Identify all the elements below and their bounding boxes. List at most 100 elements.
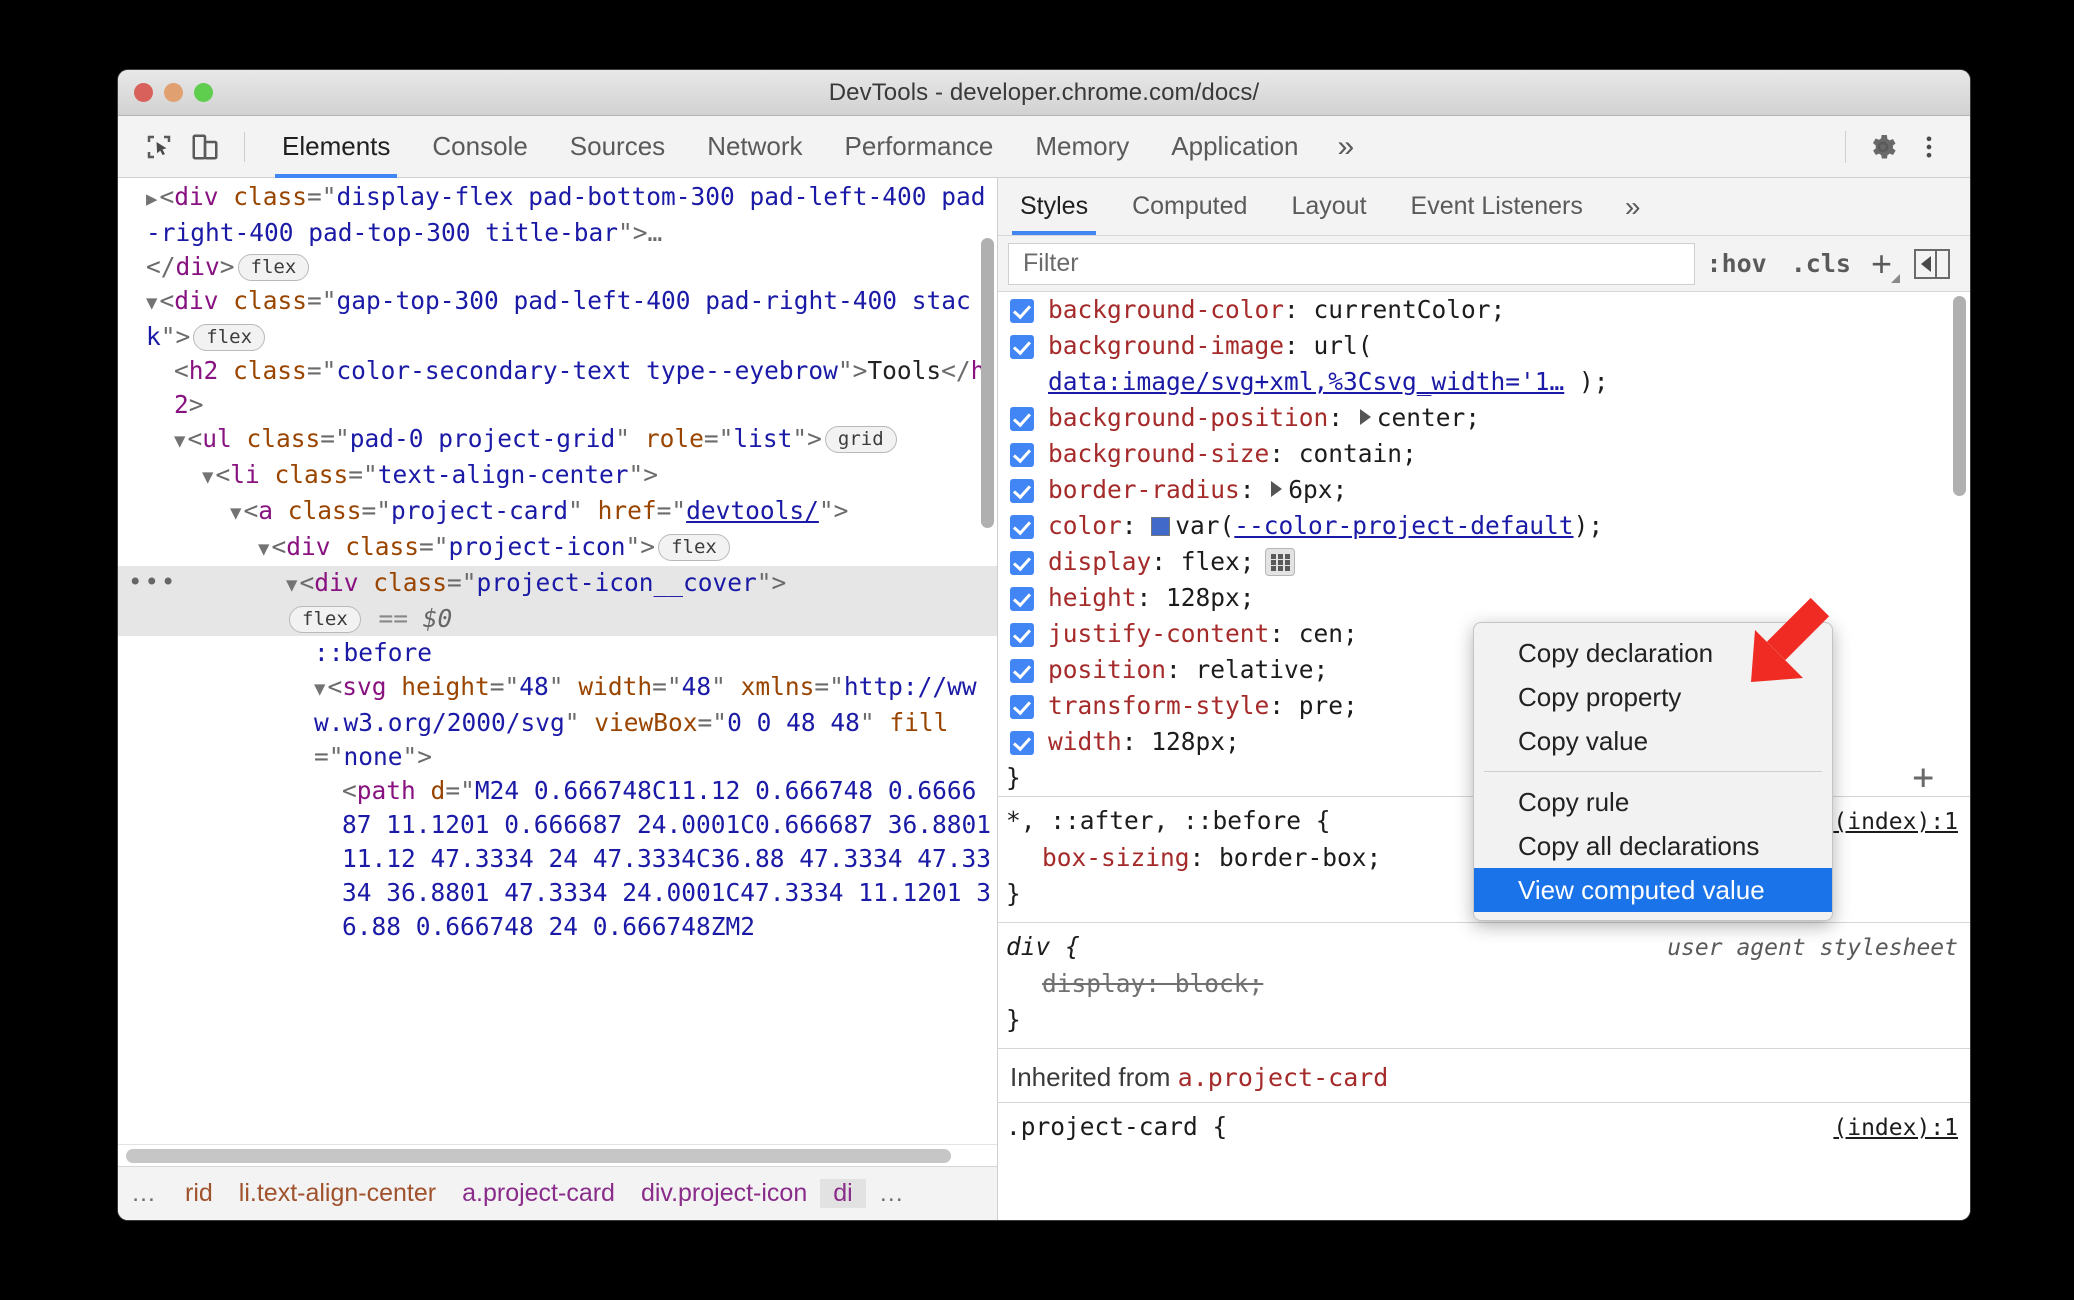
breadcrumb-item[interactable]: div.project-icon bbox=[628, 1179, 820, 1208]
dom-layout-badge[interactable]: flex bbox=[658, 534, 730, 561]
dom-tree-vertical-scrollbar[interactable] bbox=[981, 238, 994, 528]
context-menu-item[interactable]: Copy value bbox=[1474, 719, 1832, 763]
tab-memory[interactable]: Memory bbox=[1014, 116, 1150, 178]
css-property-name[interactable]: background-position bbox=[1048, 403, 1328, 432]
dom-row-overflow-icon[interactable]: ••• bbox=[128, 565, 177, 599]
css-property-name[interactable]: transform-style bbox=[1048, 691, 1269, 720]
declaration-enabled-checkbox[interactable] bbox=[1010, 335, 1034, 359]
dom-tree-row[interactable]: ▼<li class="text-align-center"> bbox=[118, 458, 997, 494]
css-declaration[interactable]: color: var(--color-project-default); bbox=[998, 508, 1970, 544]
declaration-enabled-checkbox[interactable] bbox=[1010, 299, 1034, 323]
declaration-enabled-checkbox[interactable] bbox=[1010, 623, 1034, 647]
dom-tree[interactable]: ▶<div class="display-flex pad-bottom-300… bbox=[118, 178, 997, 1144]
stylesheet-source-link[interactable]: (index):1 bbox=[1833, 1110, 1958, 1146]
declaration-enabled-checkbox[interactable] bbox=[1010, 731, 1034, 755]
css-value[interactable]: center; bbox=[1377, 403, 1480, 432]
gear-icon[interactable] bbox=[1860, 125, 1906, 169]
context-menu-item[interactable]: Copy all declarations bbox=[1474, 824, 1832, 868]
new-style-rule-dropdown-caret-icon[interactable] bbox=[1891, 273, 1900, 283]
device-toolbar-icon[interactable] bbox=[182, 125, 228, 169]
css-declaration[interactable]: background-size: contain; bbox=[998, 436, 1970, 472]
css-value[interactable]: 128px; bbox=[1151, 727, 1240, 756]
dom-tree-row[interactable]: flex == $0 bbox=[118, 602, 997, 636]
breadcrumb-item[interactable]: di bbox=[820, 1179, 866, 1208]
css-value[interactable]: currentColor; bbox=[1314, 295, 1506, 324]
tab-console[interactable]: Console bbox=[411, 116, 548, 178]
color-swatch-icon[interactable] bbox=[1151, 517, 1171, 536]
css-selector[interactable]: .project-card { bbox=[1006, 1109, 1227, 1145]
css-property-name[interactable]: background-color bbox=[1048, 295, 1284, 324]
css-declaration[interactable]: background-image: url( data:image/svg+xm… bbox=[998, 328, 1970, 400]
dom-tree-row[interactable]: ▼<a class="project-card" href="devtools/… bbox=[118, 494, 997, 530]
css-declaration[interactable]: background-position: center; bbox=[998, 400, 1970, 436]
toggle-sidebar-icon[interactable] bbox=[1914, 248, 1950, 279]
dom-tree-row[interactable]: <path d="M24 0.666748C11.12 0.666748 0.6… bbox=[118, 774, 997, 944]
tab-event-listeners[interactable]: Event Listeners bbox=[1389, 178, 1605, 235]
declaration-enabled-checkbox[interactable] bbox=[1010, 443, 1034, 467]
tab-computed[interactable]: Computed bbox=[1110, 178, 1269, 235]
dom-tree-row[interactable]: ▶<div class="display-flex pad-bottom-300… bbox=[118, 180, 997, 250]
tab-network[interactable]: Network bbox=[686, 116, 823, 178]
breadcrumb-item[interactable]: a.project-card bbox=[449, 1179, 628, 1208]
styles-vertical-scrollbar[interactable] bbox=[1953, 296, 1966, 496]
tab-performance[interactable]: Performance bbox=[824, 116, 1015, 178]
flexbox-editor-icon[interactable] bbox=[1264, 548, 1295, 576]
context-menu-item[interactable]: Copy rule bbox=[1474, 780, 1832, 824]
context-menu-item[interactable]: View computed value bbox=[1474, 868, 1832, 912]
tab-elements[interactable]: Elements bbox=[261, 116, 411, 178]
css-declaration[interactable]: display: block; bbox=[998, 966, 1970, 1002]
tab-sources[interactable]: Sources bbox=[549, 116, 686, 178]
dom-tree-row[interactable]: <h2 class="color-secondary-text type--ey… bbox=[118, 354, 997, 422]
breadcrumb-item[interactable]: rid bbox=[172, 1179, 226, 1208]
css-value[interactable]: contain; bbox=[1299, 439, 1417, 468]
css-property-name[interactable]: position bbox=[1048, 655, 1166, 684]
dom-tree-horizontal-scrollbar[interactable] bbox=[126, 1149, 951, 1163]
dom-tree-row[interactable]: ▼<div class="project-icon"> flex bbox=[118, 530, 997, 566]
css-property-name[interactable]: color bbox=[1048, 511, 1122, 540]
dom-layout-badge[interactable]: flex bbox=[289, 606, 361, 633]
css-variable-link[interactable]: --color-project-default bbox=[1234, 511, 1573, 540]
hov-toggle-button[interactable]: :hov bbox=[1695, 249, 1779, 278]
css-property-name[interactable]: justify-content bbox=[1048, 619, 1269, 648]
css-value[interactable]: : border-box; bbox=[1190, 843, 1382, 872]
css-value[interactable]: relative; bbox=[1196, 655, 1329, 684]
styles-filter-input[interactable]: Filter bbox=[1008, 242, 1695, 285]
expand-value-arrow-icon[interactable] bbox=[1271, 481, 1283, 497]
inspect-cursor-icon[interactable] bbox=[136, 125, 182, 169]
dom-tree-row[interactable]: ▼<ul class="pad-0 project-grid" role="li… bbox=[118, 422, 997, 458]
declaration-enabled-checkbox[interactable] bbox=[1010, 515, 1034, 539]
css-property-name[interactable]: background-image bbox=[1048, 331, 1284, 360]
css-value[interactable]: url( bbox=[1314, 331, 1373, 360]
breadcrumb-item[interactable]: li.text-align-center bbox=[226, 1179, 449, 1208]
css-property-name[interactable]: display bbox=[1048, 547, 1151, 576]
declaration-enabled-checkbox[interactable] bbox=[1010, 551, 1034, 575]
css-url-link[interactable]: data:image/svg+xml,%3Csvg_width='1… bbox=[1048, 367, 1564, 396]
declaration-enabled-checkbox[interactable] bbox=[1010, 659, 1034, 683]
declaration-enabled-checkbox[interactable] bbox=[1010, 587, 1034, 611]
declaration-enabled-checkbox[interactable] bbox=[1010, 407, 1034, 431]
css-property-name[interactable]: border-radius bbox=[1048, 475, 1240, 504]
inherited-from-selector[interactable]: a.project-card bbox=[1178, 1063, 1389, 1092]
css-selector[interactable]: *, ::after, ::before { bbox=[1006, 803, 1331, 839]
dom-layout-badge[interactable]: flex bbox=[237, 254, 310, 281]
css-value[interactable]: 6px; bbox=[1288, 475, 1347, 504]
css-property-name[interactable]: box-sizing bbox=[1042, 843, 1190, 872]
css-value[interactable]: flex; bbox=[1181, 547, 1255, 576]
dom-tree-row[interactable]: ▼<div class="gap-top-300 pad-left-400 pa… bbox=[118, 284, 997, 354]
css-declaration[interactable]: background-color: currentColor; bbox=[998, 292, 1970, 328]
kebab-menu-icon[interactable] bbox=[1906, 125, 1952, 169]
declaration-enabled-checkbox[interactable] bbox=[1010, 479, 1034, 503]
breadcrumb-item[interactable]: … bbox=[866, 1179, 920, 1208]
more-styles-tabs-chevron-icon[interactable]: » bbox=[1605, 178, 1661, 235]
css-value[interactable]: 128px; bbox=[1166, 583, 1255, 612]
tab-application[interactable]: Application bbox=[1150, 116, 1319, 178]
declaration-enabled-checkbox[interactable] bbox=[1010, 695, 1034, 719]
dom-tree-row[interactable]: </div> flex bbox=[118, 250, 997, 284]
breadcrumb-item[interactable]: … bbox=[118, 1179, 172, 1208]
tab-layout[interactable]: Layout bbox=[1269, 178, 1388, 235]
css-value[interactable]: pre; bbox=[1299, 691, 1358, 720]
dom-tree-row[interactable]: ::before bbox=[118, 636, 997, 670]
css-value[interactable]: : block; bbox=[1145, 969, 1263, 998]
css-property-name[interactable]: width bbox=[1048, 727, 1122, 756]
new-style-rule-button[interactable]: + bbox=[1863, 243, 1900, 285]
